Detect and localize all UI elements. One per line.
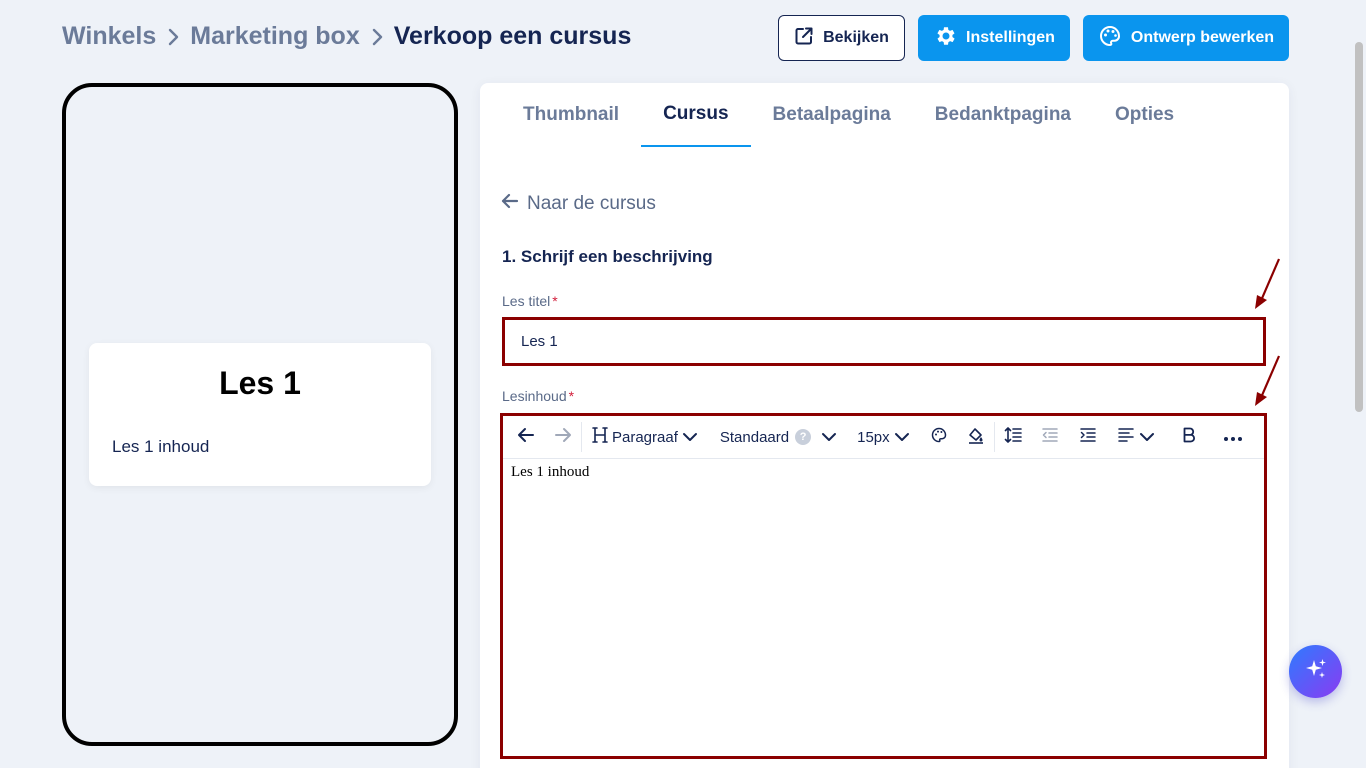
font-family-label: Standaard [719,428,790,446]
chevron-right-icon [156,28,190,46]
section-title: 1. Schrijf een beschrijving [502,247,713,266]
chevron-right-icon [360,28,394,46]
ai-assistant-button[interactable] [1289,645,1342,698]
font-size-label: 15px [857,428,890,446]
outdent-icon [1041,427,1059,447]
rich-text-editor: Paragraaf Standaard ? 15px Les 1 inhoud [500,413,1267,759]
view-button[interactable]: Bekijken [778,15,905,61]
tab-cursus[interactable]: Cursus [641,83,751,147]
lesson-content-label-text: Lesinhoud [502,388,567,404]
help-icon[interactable]: ? [795,429,812,445]
gear-icon [933,24,957,53]
heading-icon [592,426,608,448]
line-height-button[interactable] [995,420,1031,454]
annotation-arrow-icon [1255,258,1281,309]
chevron-down-icon [1139,429,1155,446]
external-link-icon [794,26,814,51]
more-button[interactable] [1213,420,1253,454]
more-icon [1223,429,1243,446]
undo-icon [517,427,535,447]
settings-button-label: Instellingen [966,29,1055,46]
redo-icon [554,427,572,447]
breadcrumb-item-winkels[interactable]: Winkels [62,22,156,51]
chevron-down-icon [821,429,837,446]
highlight-icon [967,426,985,448]
required-mark: * [552,293,558,309]
bold-icon [1182,427,1196,447]
tab-betaalpagina[interactable]: Betaalpagina [751,83,913,147]
tab-opties[interactable]: Opties [1093,83,1196,147]
page-title: Verkoop een cursus [393,22,632,50]
view-button-label: Bekijken [823,29,889,46]
tab-thumbnail[interactable]: Thumbnail [501,83,641,147]
highlight-button[interactable] [958,420,994,454]
indent-icon [1079,427,1097,447]
mobile-preview: Les 1 Les 1 inhoud [62,83,458,746]
heading-select[interactable]: Paragraaf [582,420,702,454]
edit-design-button-label: Ontwerp bewerken [1130,29,1275,46]
back-link-label: Naar de cursus [527,193,656,214]
chevron-down-icon [894,429,910,446]
preview-card: Les 1 Les 1 inhoud [89,343,431,486]
breadcrumb-item-marketing-box[interactable]: Marketing box [190,22,359,51]
preview-body: Les 1 inhoud [112,437,210,456]
text-color-button[interactable] [920,420,958,454]
align-icon [1117,427,1135,447]
undo-button[interactable] [507,420,545,454]
font-size-select[interactable]: 15px [841,420,914,454]
heading-select-label: Paragraaf [612,428,678,446]
annotation-arrow-icon [1255,355,1281,406]
redo-button[interactable] [545,420,581,454]
tab-bedanktpagina[interactable]: Bedanktpagina [913,83,1093,147]
preview-title: Les 1 [219,365,301,401]
editor-panel: Thumbnail Cursus Betaalpagina Bedanktpag… [480,83,1289,768]
indent-button[interactable] [1069,420,1107,454]
chevron-down-icon [682,429,698,446]
lesson-title-label: Les titel * [502,293,558,309]
breadcrumb: Winkels Marketing box Verkoop een cursus [62,22,631,51]
tab-bar: Thumbnail Cursus Betaalpagina Bedanktpag… [501,83,1196,147]
line-height-icon [1004,426,1022,448]
align-select[interactable] [1107,420,1161,454]
lesson-content-label: Lesinhoud * [502,388,574,404]
editor-content[interactable]: Les 1 inhoud [503,459,1264,486]
palette-icon [1098,24,1122,53]
lesson-title-label-text: Les titel [502,293,551,309]
edit-design-button[interactable]: Ontwerp bewerken [1083,15,1289,61]
required-mark: * [568,388,575,404]
text-color-icon [931,427,947,447]
back-to-course-link[interactable]: Naar de cursus [501,193,656,215]
sparkle-icon [1303,656,1329,687]
outdent-button[interactable] [1031,420,1069,454]
bold-button[interactable] [1169,420,1209,454]
font-family-select[interactable]: Standaard ? [702,420,841,454]
editor-toolbar: Paragraaf Standaard ? 15px [503,416,1264,459]
scrollbar-thumb[interactable] [1355,42,1363,412]
arrow-left-icon [501,193,519,215]
lesson-title-input[interactable] [502,317,1266,366]
settings-button[interactable]: Instellingen [918,15,1070,61]
